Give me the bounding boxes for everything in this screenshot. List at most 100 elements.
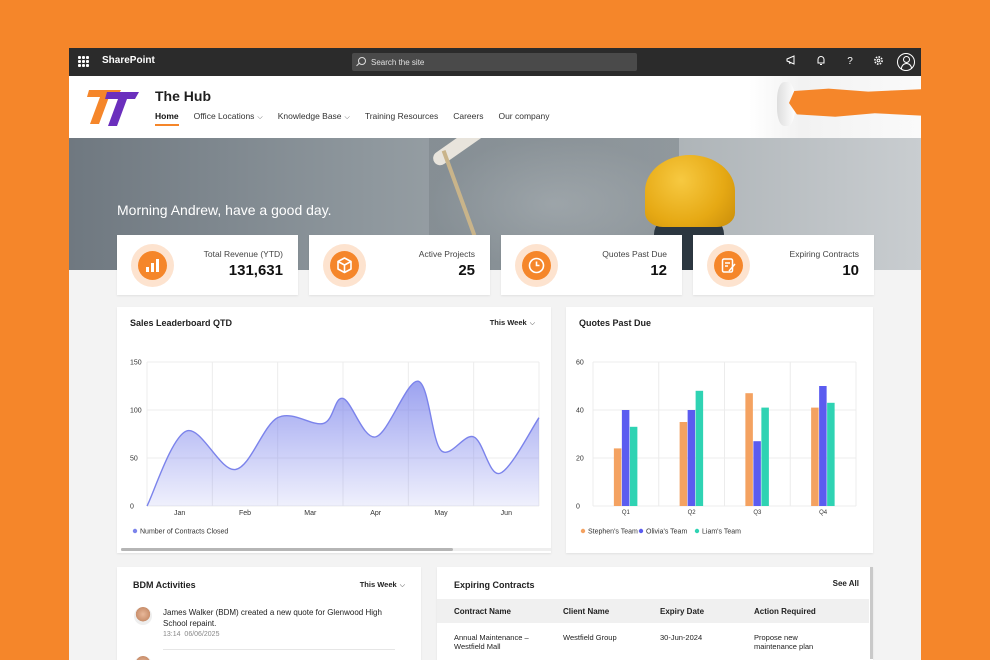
column-header[interactable]: Client Name (563, 607, 609, 616)
gear-icon[interactable] (871, 55, 885, 69)
kpi-card-expiring-contracts[interactable]: Expiring Contracts 10 (693, 235, 874, 295)
vertical-scrollbar[interactable] (870, 567, 873, 659)
search-input[interactable] (371, 55, 621, 69)
hard-hat-image (645, 155, 735, 227)
sharepoint-page: SharePoint ? The Hub Home Office Locatio… (69, 48, 921, 660)
table-cell: 30-Jun-2024 (660, 633, 703, 642)
y-tick-label: 60 (576, 360, 584, 367)
see-all-link[interactable]: See All (833, 579, 859, 588)
x-tick-label: Q1 (622, 510, 631, 516)
divider (163, 649, 395, 650)
area-chart: 0 50 100 150 Jan Feb Mar Apr May Jun Number of Con… (130, 360, 540, 536)
kpi-card-active-projects[interactable]: Active Projects 25 (309, 235, 490, 295)
legend-marker (694, 528, 700, 534)
expiring-contracts-panel: Expiring Contracts See All Contract Name… (437, 567, 873, 660)
y-tick-label: 150 (130, 360, 142, 367)
column-header[interactable]: Contract Name (454, 607, 511, 616)
legend-label: Number of Contracts Closed (140, 529, 228, 536)
kpi-label: Active Projects (418, 249, 475, 259)
site-navigation: Home Office Locations ⌵ Knowledge Base ⌵ T… (155, 111, 565, 126)
bar (811, 407, 819, 506)
y-tick-label: 40 (576, 408, 584, 415)
activity-timestamp: 13:14 06/06/2025 (163, 631, 220, 638)
bell-icon[interactable] (814, 55, 828, 69)
greeting-text: Morning Andrew, have a good day. (117, 202, 332, 218)
bar (629, 426, 638, 506)
bar (613, 448, 622, 506)
table-row[interactable]: Annual Maintenance – Westfield Mall West… (437, 625, 869, 660)
kpi-value: 131,631 (228, 262, 283, 279)
megaphone-icon[interactable] (785, 55, 799, 69)
table-cell: Westfield Group (563, 633, 617, 642)
activity-text: James Walker (BDM) created a new quote f… (163, 608, 382, 628)
chevron-down-icon: ⌵ (399, 582, 405, 589)
site-header: The Hub Home Office Locations ⌵ Knowledge… (69, 76, 921, 138)
legend-marker (132, 528, 138, 534)
kpi-card-total-revenue[interactable]: Total Revenue (YTD) 131,631 (117, 235, 298, 295)
edit-document-icon (714, 251, 743, 280)
x-tick-label: Feb (239, 510, 251, 517)
bar-chart-icon (138, 251, 167, 280)
bar (687, 410, 696, 506)
x-tick-label: May (434, 510, 448, 517)
help-icon[interactable]: ? (843, 55, 857, 69)
y-tick-label: 100 (130, 408, 142, 415)
nav-item-training-resources[interactable]: Training Resources (365, 111, 438, 126)
kpi-label: Quotes Past Due (602, 249, 667, 259)
legend-marker (638, 528, 644, 534)
site-logo[interactable] (87, 88, 139, 126)
table-cell: Annual Maintenance – Westfield Mall (454, 633, 529, 651)
chevron-down-icon: ⌵ (257, 114, 263, 121)
x-tick-label: Jun (501, 510, 512, 517)
search-icon (358, 57, 366, 65)
cube-icon (330, 251, 359, 280)
y-tick-label: 20 (576, 456, 584, 463)
x-tick-label: Jan (174, 510, 185, 517)
kpi-value: 10 (842, 262, 859, 279)
nav-item-our-company[interactable]: Our company (498, 111, 549, 126)
bar (753, 441, 761, 506)
kpi-value: 12 (650, 262, 667, 279)
bar (761, 407, 769, 506)
clock-icon (522, 251, 551, 280)
bar (695, 390, 704, 506)
account-avatar-icon[interactable] (897, 53, 915, 71)
x-tick-label: Q4 (819, 510, 828, 516)
x-tick-label: Mar (304, 510, 317, 517)
legend-label: Stephen's Team (588, 529, 638, 536)
y-tick-label: 0 (576, 504, 580, 511)
column-header[interactable]: Expiry Date (660, 607, 704, 616)
chart-scrollbar[interactable] (121, 548, 453, 551)
bar (827, 402, 835, 506)
nav-item-knowledge-base[interactable]: Knowledge Base ⌵ (278, 111, 350, 126)
torn-paper-decoration (789, 88, 921, 117)
table-header: Contract Name Client Name Expiry Date Ac… (437, 599, 869, 623)
column-header[interactable]: Action Required (754, 607, 816, 616)
time-filter-dropdown[interactable]: This Week ⌵ (360, 580, 405, 590)
legend-label: Liam's Team (702, 529, 741, 536)
kpi-card-quotes-past-due[interactable]: Quotes Past Due 12 (501, 235, 682, 295)
bar (745, 393, 753, 506)
bdm-activities-panel: BDM Activities This Week ⌵ James Walker (… (117, 567, 421, 660)
bar (679, 422, 688, 506)
suite-bar: SharePoint ? (69, 48, 921, 76)
nav-item-home[interactable]: Home (155, 111, 179, 126)
avatar (134, 656, 152, 660)
nav-item-office-locations[interactable]: Office Locations ⌵ (194, 111, 263, 126)
kpi-value: 25 (458, 262, 475, 279)
nav-item-careers[interactable]: Careers (453, 111, 483, 126)
app-name[interactable]: SharePoint (102, 55, 155, 66)
avatar (134, 607, 152, 625)
panel-title: BDM Activities (133, 580, 196, 590)
kpi-label: Expiring Contracts (789, 249, 859, 259)
y-tick-label: 0 (130, 504, 134, 511)
search-box[interactable] (352, 53, 637, 71)
kpi-label: Total Revenue (YTD) (203, 249, 283, 259)
bar-chart: 0 20 40 60 Q1 Q2 Q3 Q4 Stephen's Team Olivia's Te… (576, 360, 857, 536)
site-title[interactable]: The Hub (155, 88, 211, 104)
quotes-past-due-panel: Quotes Past Due 0 20 40 60 Q1 Q2 Q3 Q4 Stephen's… (566, 307, 873, 553)
legend-label: Olivia's Team (646, 529, 687, 536)
app-launcher-icon[interactable] (78, 56, 89, 67)
panel-title: Expiring Contracts (454, 580, 535, 590)
chevron-down-icon: ⌵ (344, 114, 350, 121)
